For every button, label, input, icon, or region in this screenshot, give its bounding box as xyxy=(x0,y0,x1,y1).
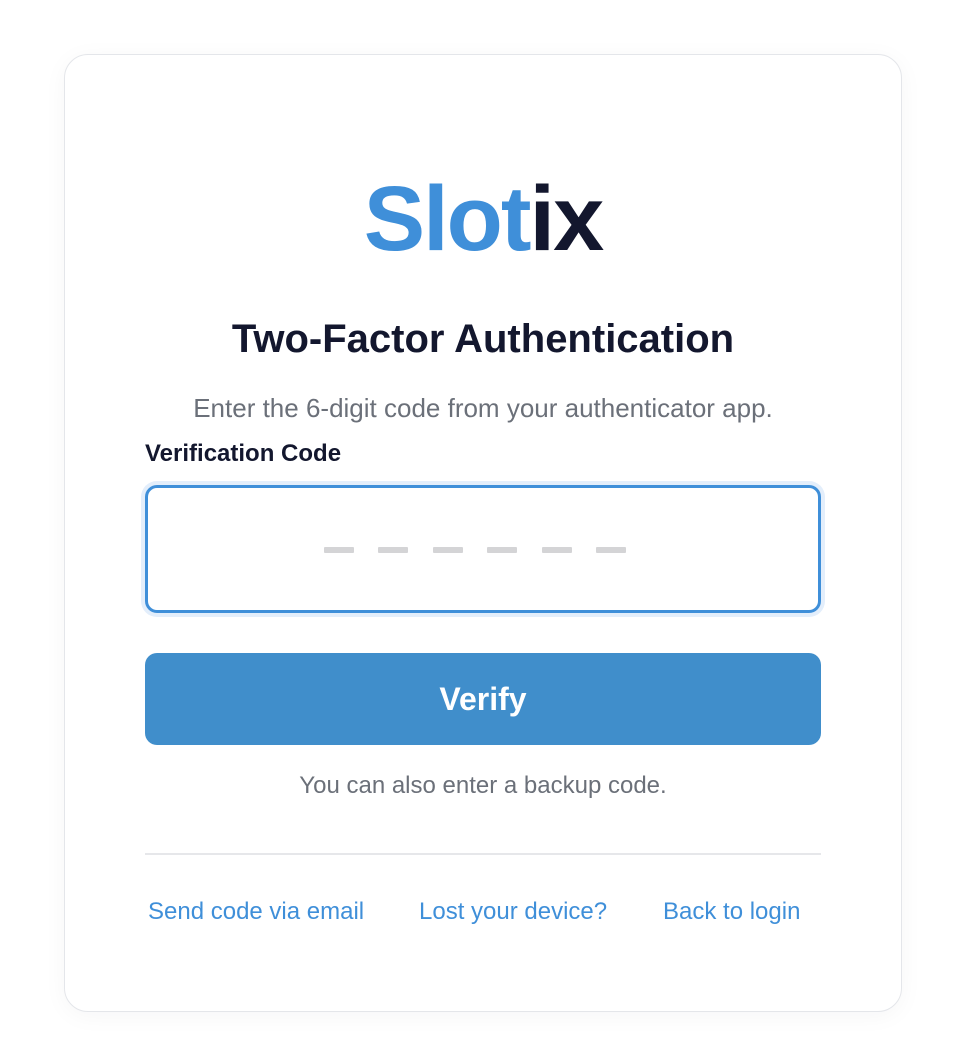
logo-accent-text: Slot xyxy=(363,168,532,270)
back-to-login-link[interactable]: Back to login xyxy=(663,898,800,926)
logo: Slotix xyxy=(65,173,901,265)
verification-code-input[interactable] xyxy=(148,488,818,610)
verification-code-label: Verification Code xyxy=(145,440,342,467)
send-code-email-link[interactable]: Send code via email xyxy=(148,898,364,926)
page: Slotix Two-Factor Authentication Enter t… xyxy=(0,0,962,1060)
verify-button[interactable]: Verify xyxy=(145,653,821,745)
lost-device-link[interactable]: Lost your device? xyxy=(419,898,607,926)
backup-code-note: You can also enter a backup code. xyxy=(299,772,667,799)
page-subtitle: Enter the 6-digit code from your authent… xyxy=(193,393,773,423)
page-title: Two-Factor Authentication xyxy=(231,317,735,361)
divider xyxy=(145,853,821,855)
verification-code-field xyxy=(145,485,821,613)
logo-dark-text: ix xyxy=(529,168,605,270)
